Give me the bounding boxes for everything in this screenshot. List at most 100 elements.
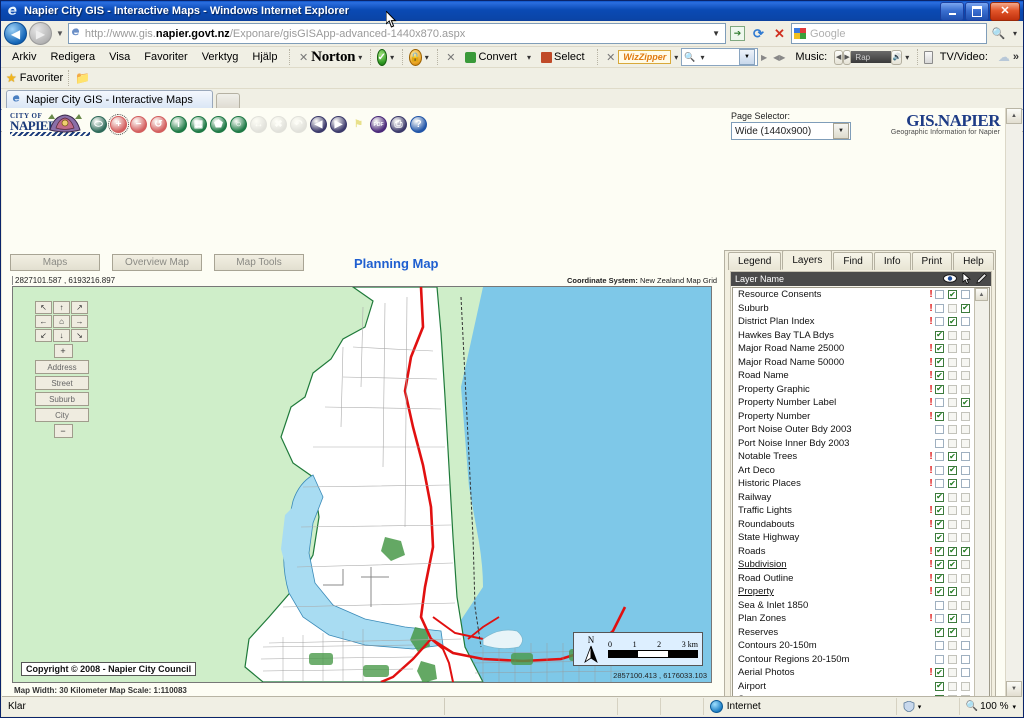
layer-visible-checkbox[interactable] [935,465,944,475]
wizzipper-dropdown-icon[interactable]: ▾ [671,53,681,62]
layer-editable-checkbox[interactable] [961,317,970,327]
layer-visible-checkbox[interactable] [935,303,944,313]
layer-row[interactable]: Property Number Label! [733,396,974,410]
layer-row[interactable]: Art Deco! [733,464,974,478]
layer-visible-checkbox[interactable] [935,573,944,583]
layer-visible-checkbox[interactable] [935,344,944,354]
search-input[interactable]: Google [790,23,987,44]
maps-button[interactable]: Maps [10,254,100,271]
layer-list[interactable]: Resource Consents!Suburb!District Plan I… [732,287,990,697]
layer-row[interactable]: Subdivision! [733,558,974,572]
layer-visible-checkbox[interactable] [935,533,944,543]
layer-selectable-checkbox[interactable] [948,452,957,462]
layer-name[interactable]: Subdivision [738,559,927,570]
layer-editable-checkbox[interactable] [961,654,970,664]
page-scroll-down-button[interactable]: ▼ [1006,681,1022,697]
map-tools-button[interactable]: Map Tools [214,254,304,271]
layer-visible-checkbox[interactable] [935,681,944,691]
pan-n-button[interactable]: ↑ [53,301,70,314]
layer-visible-checkbox[interactable] [935,668,944,678]
tab-layers[interactable]: Layers [782,250,833,270]
close-button[interactable]: ✕ [990,1,1020,21]
layer-editable-checkbox[interactable] [961,452,970,462]
layer-row[interactable]: Notable Trees! [733,450,974,464]
layer-visible-checkbox[interactable] [935,587,944,597]
add-favorite-icon[interactable]: 📁 [75,71,90,85]
layer-row[interactable]: Contours 20-150m [733,639,974,653]
zoom-in-icon[interactable]: + [108,114,129,135]
pan-center-button[interactable]: ⌂ [53,315,70,328]
layer-row[interactable]: Hawkes Bay TLA Bdys [733,329,974,343]
layer-row[interactable]: Property Number! [733,410,974,424]
layer-row[interactable]: Sea & Inlet 1850 [733,599,974,613]
layer-visible-checkbox[interactable] [935,519,944,529]
zoom-out-icon[interactable]: − [130,116,147,133]
tab-help[interactable]: Help [953,252,994,270]
layer-visible-checkbox[interactable] [935,398,944,408]
zoom-level-address[interactable]: Address [35,360,89,374]
layer-visible-checkbox[interactable] [935,627,944,637]
identify-icon[interactable]: i [170,116,187,133]
pdf-export-icon[interactable]: PDF [370,116,387,133]
layer-row[interactable]: Property Graphic! [733,383,974,397]
layer-selectable-checkbox[interactable] [948,627,957,637]
menu-item-visa[interactable]: Visa [102,49,137,65]
favorites-star-icon[interactable]: ★ [6,71,17,85]
tab-info[interactable]: Info [873,252,911,270]
layer-row[interactable]: Port Noise Outer Bdy 2003 [733,423,974,437]
layer-visible-checkbox[interactable] [935,560,944,570]
layer-selectable-checkbox[interactable] [948,317,957,327]
url-input[interactable]: http://www.gis.napier.govt.nz/Exponare/g… [67,23,726,44]
security-zone[interactable]: Internet [704,698,897,715]
pan-w-button[interactable]: ← [35,315,52,328]
layer-visible-checkbox[interactable] [935,330,944,340]
pan-e-button[interactable]: → [71,315,88,328]
menu-overflow-icon[interactable]: » [1013,51,1019,63]
norton-dropdown-icon[interactable]: ▾ [355,53,365,62]
layer-row[interactable]: Plan Zones! [733,612,974,626]
layer-row[interactable]: Aerial Photos! [733,666,974,680]
minimize-button[interactable] [940,1,964,21]
layer-selectable-checkbox[interactable] [948,614,957,624]
next-view-icon[interactable]: ▶ [330,116,347,133]
zoom-level-street[interactable]: Street [35,376,89,390]
chevron-down-icon[interactable]: ▼ [833,123,849,139]
layer-visible-checkbox[interactable] [935,357,944,367]
previous-view-icon[interactable]: ◀ [310,116,327,133]
norton-close-icon[interactable]: ✕ [296,51,311,64]
music-next-button[interactable]: ▶ [842,49,852,65]
page-scrollbar[interactable]: ▲ ▼ [1005,108,1022,697]
select-area-icon[interactable]: ▦ [190,116,207,133]
pan-s-button[interactable]: ↓ [53,329,70,342]
stop-icon[interactable]: ✕ [770,24,789,43]
layer-visible-checkbox[interactable] [935,546,944,556]
layer-row[interactable]: Property! [733,585,974,599]
select-polygon-icon[interactable]: ⬟ [210,116,227,133]
layer-editable-checkbox[interactable] [961,465,970,475]
norton-status-icon[interactable]: ✓ [376,48,388,66]
layer-visible-checkbox[interactable] [935,290,944,300]
map-canvas[interactable]: ↖ ↑ ↗ ← ⌂ → ↙ ↓ ↘ + Address Street Suburb City −… [12,286,712,683]
convert-dropdown-icon[interactable]: ▾ [524,53,534,62]
select-button[interactable]: Select [534,49,592,65]
music-dropdown-icon[interactable]: ▾ [902,53,912,62]
forward-button[interactable]: ▶ [29,22,52,45]
menu-item-redigera[interactable]: Redigera [43,49,102,65]
layer-row[interactable]: Railway [733,491,974,505]
layer-editable-checkbox[interactable] [961,290,970,300]
select-circle-icon[interactable]: ○ [230,116,247,133]
favorites-label[interactable]: Favoriter [20,72,63,84]
layer-selectable-checkbox[interactable] [948,587,957,597]
zoom-extent-icon[interactable]: ⬭ [90,116,107,133]
layer-editable-checkbox[interactable] [961,668,970,678]
overview-map-button[interactable]: Overview Map [112,254,202,271]
maximize-button[interactable] [965,1,989,21]
layer-row[interactable]: Roundabouts! [733,518,974,532]
layer-row[interactable]: Road Name! [733,369,974,383]
wizzipper-close-icon[interactable]: ✕ [603,51,618,64]
layer-visible-checkbox[interactable] [935,452,944,462]
tab-find[interactable]: Find [833,252,873,270]
search-options-icon[interactable]: ▾ [1010,29,1020,38]
layer-scroll-up-button[interactable]: ▲ [975,288,988,301]
tab-print[interactable]: Print [911,252,953,270]
